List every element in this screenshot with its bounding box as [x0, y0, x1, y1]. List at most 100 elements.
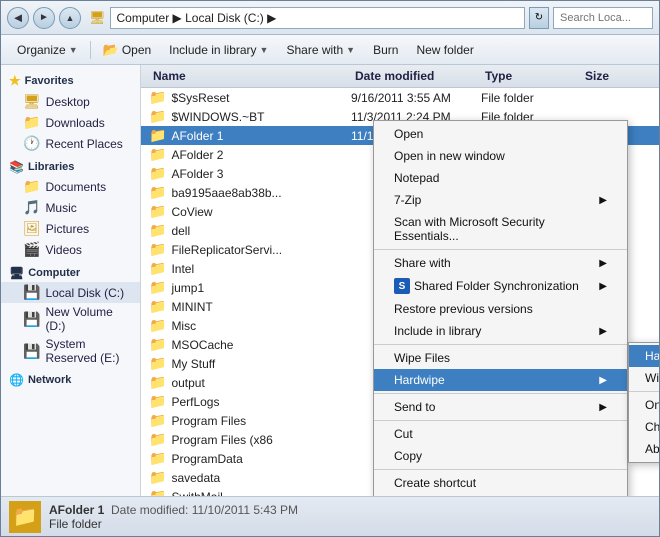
- ctx-copy[interactable]: Copy: [374, 445, 627, 467]
- folder-icon: 🎬: [23, 241, 40, 258]
- back-button[interactable]: ◄: [7, 7, 29, 29]
- sidebar-item-downloads[interactable]: 📁 Downloads: [1, 112, 140, 133]
- sidebar-item-pictures[interactable]: 🖼 Pictures: [1, 218, 140, 239]
- file-name-cell: 📁 FileReplicatorServi...: [149, 241, 351, 258]
- folder-icon: 📁: [149, 298, 166, 315]
- col-size[interactable]: Size: [581, 67, 651, 85]
- ctx-restore[interactable]: Restore previous versions: [374, 298, 627, 320]
- new-folder-button[interactable]: New folder: [408, 38, 481, 62]
- forward-button[interactable]: ►: [33, 7, 55, 29]
- toolbar: Organize ▼ 📂 Open Include in library ▼ S…: [1, 35, 659, 65]
- file-name: My Stuff: [171, 357, 215, 371]
- file-name: output: [171, 376, 204, 390]
- ctx-sync[interactable]: SShared Folder Synchronization ▶: [374, 274, 627, 298]
- ctx-share[interactable]: Share with▶: [374, 252, 627, 274]
- sub-about[interactable]: About Hardwipe: [629, 438, 659, 460]
- libraries-header[interactable]: 📚 Libraries: [1, 158, 140, 176]
- file-name-cell: 📁 Intel: [149, 260, 351, 277]
- ctx-include[interactable]: Include in library▶: [374, 320, 627, 342]
- sidebar-item-music[interactable]: 🎵 Music: [1, 197, 140, 218]
- address-bar: ◄ ► ▲ 🖥 Computer ▶ Local Disk (C:) ▶ ↻: [1, 1, 659, 35]
- network-header[interactable]: 🌐 Network: [1, 371, 140, 389]
- status-name: AFolder 1 Date modified: 11/10/2011 5:43…: [49, 503, 298, 517]
- network-section: 🌐 Network: [1, 371, 140, 389]
- folder-icon: 🖥: [23, 93, 41, 110]
- folder-icon: 📁: [149, 203, 166, 220]
- computer-icon: 🖥: [9, 266, 24, 280]
- folder-icon: 📁: [149, 89, 166, 106]
- ctx-open[interactable]: Open: [374, 123, 627, 145]
- ctx-7zip[interactable]: 7-Zip▶: [374, 189, 627, 211]
- ctx-sep4: [374, 420, 627, 421]
- favorites-header[interactable]: ★ Favorites: [1, 71, 140, 91]
- folder-icon: 📁: [149, 431, 166, 448]
- file-name-cell: 📁 My Stuff: [149, 355, 351, 372]
- path-text: Computer ▶ Local Disk (C:) ▶: [117, 11, 277, 25]
- file-name-cell: 📁 CoView: [149, 203, 351, 220]
- open-button[interactable]: 📂 Open: [95, 38, 160, 62]
- col-type[interactable]: Type: [481, 67, 581, 85]
- sidebar-item-videos[interactable]: 🎬 Videos: [1, 239, 140, 260]
- sidebar-item-local-disk[interactable]: 💾 Local Disk (C:): [1, 282, 140, 303]
- sidebar-item-system-reserved[interactable]: 💾 System Reserved (E:): [1, 335, 140, 367]
- sub-hardwipe-options[interactable]: Hardwipe Options: [629, 345, 659, 367]
- file-name-cell: 📁 AFolder 3: [149, 165, 351, 182]
- file-name: FileReplicatorServi...: [171, 243, 282, 257]
- sub-check-updates[interactable]: Check for Updates: [629, 416, 659, 438]
- folder-icon: 📁: [149, 336, 166, 353]
- organize-button[interactable]: Organize ▼: [9, 38, 86, 62]
- ctx-scan[interactable]: Scan with Microsoft Security Essentials.…: [374, 211, 627, 247]
- sidebar-item-recent[interactable]: 🕐 Recent Places: [1, 133, 140, 154]
- ctx-sendto[interactable]: Send to▶: [374, 396, 627, 418]
- folder-icon: 📁: [149, 184, 166, 201]
- sidebar-item-documents[interactable]: 📁 Documents: [1, 176, 140, 197]
- sidebar-item-desktop[interactable]: 🖥 Desktop: [1, 91, 140, 112]
- folder-icon: 📁: [149, 488, 166, 496]
- file-name: AFolder 2: [171, 148, 223, 162]
- table-row[interactable]: 📁 $SysReset 9/16/2011 3:55 AM File folde…: [141, 88, 659, 107]
- folder-icon: 🎵: [23, 199, 40, 216]
- include-library-button[interactable]: Include in library ▼: [161, 38, 276, 62]
- ctx-wipe[interactable]: Wipe Files: [374, 347, 627, 369]
- ctx-open-new[interactable]: Open in new window: [374, 145, 627, 167]
- file-name: MININT: [171, 300, 212, 314]
- file-name-cell: 📁 $WINDOWS.~BT: [149, 108, 351, 125]
- sidebar-item-new-volume[interactable]: 💾 New Volume (D:): [1, 303, 140, 335]
- refresh-button[interactable]: ↻: [529, 7, 549, 29]
- disk-icon: 💾: [23, 311, 40, 328]
- ctx-delete[interactable]: Delete: [374, 494, 627, 496]
- file-name: SwithMail: [171, 490, 222, 497]
- sub-wipe-swapfile[interactable]: Wipe Windows Swapfile: [629, 367, 659, 389]
- file-name: Intel: [171, 262, 194, 276]
- ctx-hardwipe[interactable]: Hardwipe▶: [374, 369, 627, 391]
- file-name-cell: 📁 jump1: [149, 279, 351, 296]
- burn-button[interactable]: Burn: [365, 38, 406, 62]
- search-input[interactable]: [553, 7, 653, 29]
- computer-section: 🖥 Computer 💾 Local Disk (C:) 💾 New Volum…: [1, 264, 140, 367]
- file-name-cell: 📁 dell: [149, 222, 351, 239]
- ctx-shortcut[interactable]: Create shortcut: [374, 472, 627, 494]
- file-date: 9/16/2011 3:55 AM: [351, 91, 481, 105]
- sub-online-help[interactable]: Online Help: [629, 394, 659, 416]
- folder-icon: 📁: [23, 114, 40, 131]
- ctx-notepad[interactable]: Notepad: [374, 167, 627, 189]
- file-name: MSOCache: [171, 338, 233, 352]
- computer-header[interactable]: 🖥 Computer: [1, 264, 140, 282]
- ctx-cut[interactable]: Cut: [374, 423, 627, 445]
- col-name[interactable]: Name: [149, 67, 351, 85]
- ctx-sep2: [374, 344, 627, 345]
- file-name-cell: 📁 Program Files (x86: [149, 431, 351, 448]
- up-button[interactable]: ▲: [59, 7, 81, 29]
- favorites-section: ★ Favorites 🖥 Desktop 📁 Downloads 🕐 Rece…: [1, 71, 140, 154]
- include-arrow: ▼: [260, 45, 269, 55]
- share-button[interactable]: Share with ▼: [278, 38, 363, 62]
- folder-icon: 📁: [149, 317, 166, 334]
- col-date[interactable]: Date modified: [351, 67, 481, 85]
- address-path[interactable]: Computer ▶ Local Disk (C:) ▶: [110, 7, 525, 29]
- folder-icon: 📁: [149, 450, 166, 467]
- ctx-sep3: [374, 393, 627, 394]
- file-name-cell: 📁 ProgramData: [149, 450, 351, 467]
- context-menu: Open Open in new window Notepad 7-Zip▶ S…: [373, 120, 628, 496]
- folder-icon: 📁: [149, 127, 166, 144]
- file-name: AFolder 3: [171, 167, 223, 181]
